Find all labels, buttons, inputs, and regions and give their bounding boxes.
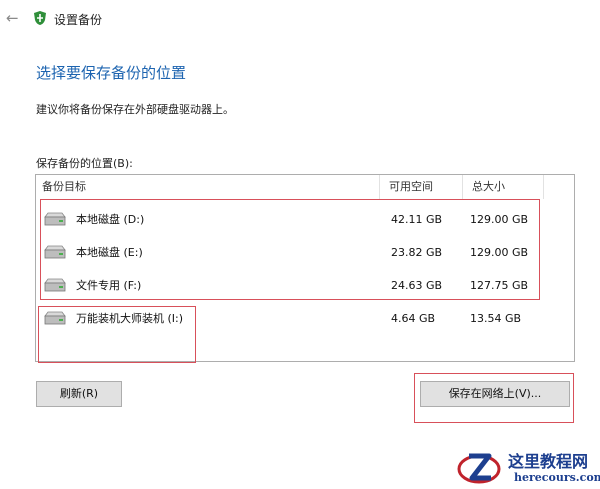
- annotation-box-local-drives: [40, 199, 540, 300]
- column-header-free-space[interactable]: 可用空间: [381, 175, 463, 199]
- save-on-network-button[interactable]: 保存在网络上(V)...: [420, 381, 570, 407]
- column-header-total-size[interactable]: 总大小: [464, 175, 544, 199]
- page-description: 建议你将备份保存在外部硬盘驱动器上。: [36, 103, 234, 116]
- backup-shield-icon: [34, 11, 46, 25]
- location-list-label: 保存备份的位置(B):: [36, 157, 133, 170]
- column-header-target[interactable]: 备份目标: [36, 175, 380, 199]
- watermark: 这里教程网 herecours.com: [456, 446, 600, 489]
- drive-total-size: 13.54 GB: [470, 312, 522, 325]
- back-arrow-icon[interactable]: ←: [6, 10, 22, 26]
- drive-free-space: 4.64 GB: [391, 312, 436, 325]
- annotation-box-drive-i: [38, 306, 196, 363]
- title-bar: ← 设置备份: [0, 0, 600, 40]
- watermark-logo-icon: [457, 453, 501, 484]
- page-title: 选择要保存备份的位置: [36, 64, 187, 82]
- list-header: 备份目标 可用空间 总大小: [36, 175, 574, 199]
- watermark-title: 这里教程网: [508, 452, 589, 471]
- watermark-url: herecours.com: [514, 471, 600, 484]
- window-title: 设置备份: [54, 13, 103, 27]
- refresh-button[interactable]: 刷新(R): [36, 381, 122, 407]
